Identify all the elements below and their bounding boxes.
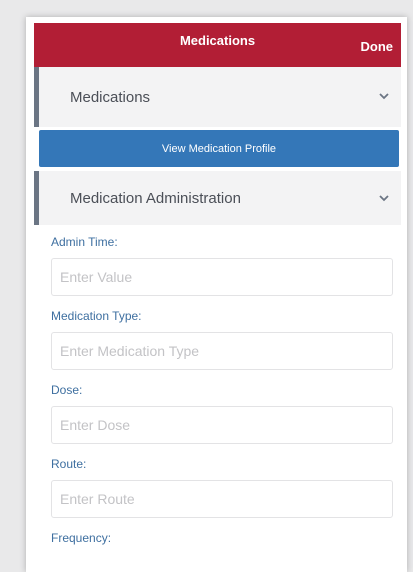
admin-time-label: Admin Time: xyxy=(51,235,118,249)
nav-header: Medications Done xyxy=(34,23,401,67)
medication-type-input[interactable] xyxy=(51,332,393,370)
section-medications-label: Medications xyxy=(70,88,151,106)
dose-input[interactable] xyxy=(51,406,393,444)
done-button[interactable]: Done xyxy=(361,39,394,54)
route-label: Route: xyxy=(51,457,87,471)
chevron-down-icon xyxy=(379,93,389,100)
main-content: Medications View Medication Profile Medi… xyxy=(34,67,401,572)
dose-label: Dose: xyxy=(51,383,83,397)
frequency-label: Frequency: xyxy=(51,531,112,545)
chevron-down-icon xyxy=(379,195,389,202)
medication-type-label: Medication Type: xyxy=(51,309,142,323)
section-medication-administration-label: Medication Administration xyxy=(70,189,241,207)
section-medications[interactable]: Medications xyxy=(34,67,401,127)
header-title: Medications xyxy=(179,32,256,48)
app-window: Medications Done Medications View Medica… xyxy=(26,17,407,572)
route-input[interactable] xyxy=(51,480,393,518)
view-medication-profile-button[interactable]: View Medication Profile xyxy=(39,130,399,167)
medication-administration-form: Admin Time: Medication Type: Dose: Route… xyxy=(34,235,401,546)
admin-time-input[interactable] xyxy=(51,258,393,296)
section-medication-administration[interactable]: Medication Administration xyxy=(34,171,401,225)
